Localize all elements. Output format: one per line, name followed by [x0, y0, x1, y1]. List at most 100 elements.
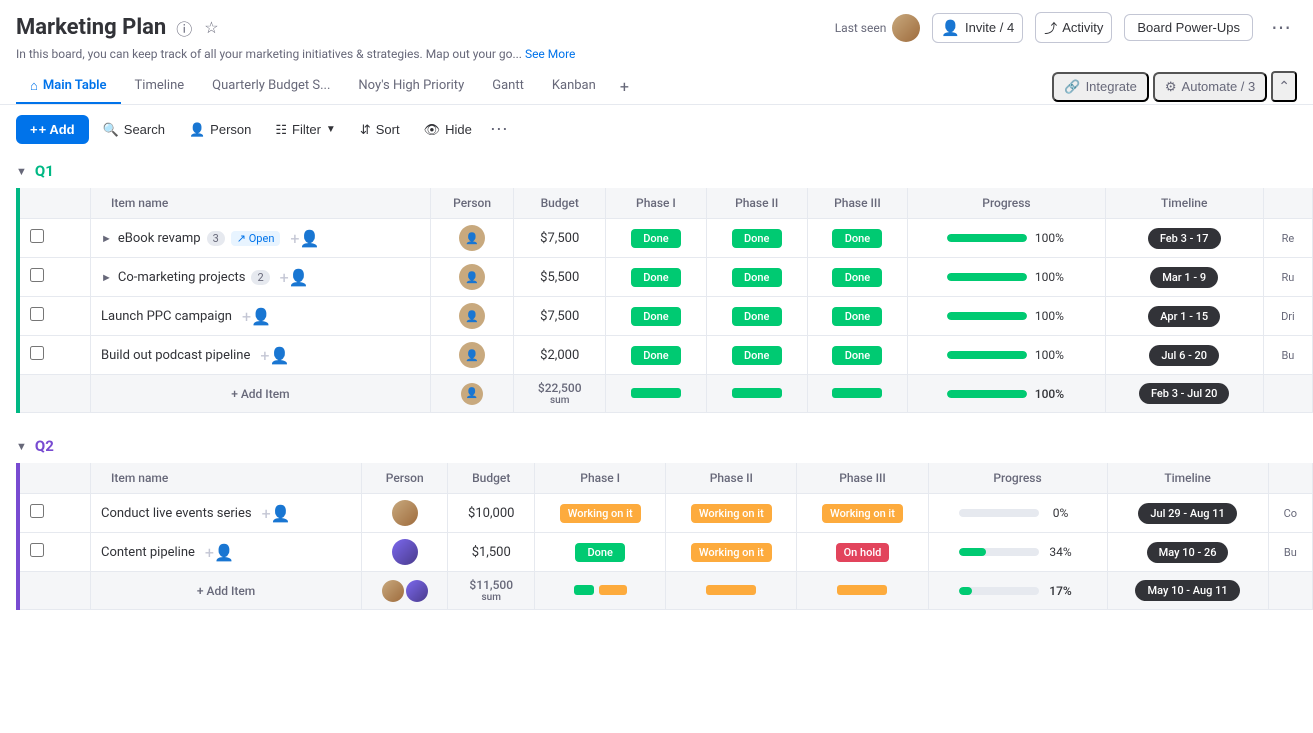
row-checkbox[interactable]	[30, 229, 44, 243]
checkbox-cell[interactable]	[18, 533, 91, 572]
item-name-text: Co-marketing projects	[118, 270, 246, 285]
progress-bar-fill	[947, 273, 1027, 281]
phase2-cell: Working on it	[666, 533, 797, 572]
item-name-cell: Launch PPC campaign +👤	[91, 297, 431, 336]
sum-progress-pct: 100%	[1033, 387, 1065, 401]
sum-progress-pct-q2: 17%	[1045, 584, 1077, 598]
add-person-inline[interactable]: +👤	[205, 543, 234, 562]
add-person-inline[interactable]: +👤	[242, 307, 271, 326]
sum-phase2	[706, 375, 807, 413]
col-phase3-q2: Phase III	[797, 463, 928, 494]
sort-icon: ⇵	[360, 122, 371, 138]
search-icon: 🔍	[103, 122, 119, 138]
person-cell: 👤	[430, 258, 514, 297]
add-tab-button[interactable]: +	[610, 69, 639, 104]
sort-button[interactable]: ⇵ Sort	[350, 116, 410, 144]
phase2-cell: Done	[706, 297, 807, 336]
invite-button[interactable]: 👤 Invite / 4	[932, 13, 1023, 43]
progress-cell: 100%	[908, 297, 1105, 336]
open-badge[interactable]: ↗ Open	[231, 231, 281, 246]
progress-pct: 0%	[1045, 506, 1077, 520]
sum-label-q2: sum	[458, 592, 524, 603]
col-timeline: Timeline	[1105, 188, 1263, 219]
sum-timeline-q2: May 10 - Aug 11	[1107, 572, 1268, 610]
budget-cell: $10,000	[448, 494, 535, 533]
sum-avatar1	[382, 580, 404, 602]
integrate-button[interactable]: 🔗 Integrate	[1052, 72, 1149, 102]
star-icon[interactable]: ☆	[202, 16, 220, 40]
phase-done-badge: Done	[832, 346, 882, 365]
checkbox-cell[interactable]	[18, 336, 91, 375]
progress-pct: 100%	[1033, 309, 1065, 323]
board-powerups-button[interactable]: Board Power-Ups	[1124, 14, 1253, 41]
phase-done-badge: Done	[732, 268, 782, 287]
collapse-q2-icon[interactable]: ▼	[16, 440, 27, 453]
expand-icon[interactable]: ►	[101, 232, 112, 245]
group-q2-header[interactable]: ▼ Q2	[0, 429, 1313, 463]
hide-button[interactable]: 👁 Hide	[414, 116, 482, 144]
row-checkbox[interactable]	[30, 543, 44, 557]
timeline-badge: Feb 3 - 17	[1148, 228, 1221, 249]
add-item-q1[interactable]: + Add Item	[91, 375, 431, 413]
header-right: Last seen 👤 Invite / 4 ⤴ Activity Board …	[835, 12, 1297, 43]
add-item-q2[interactable]: + Add Item	[91, 572, 362, 610]
tab-kanban[interactable]: Kanban	[538, 70, 610, 103]
timeline-badge: May 10 - 26	[1147, 542, 1229, 563]
collapse-tabs-button[interactable]: ⌃	[1271, 71, 1297, 102]
person-cell: 👤	[430, 219, 514, 258]
row-checkbox[interactable]	[30, 307, 44, 321]
group-q1: ▼ Q1 Item name Person Budget Phase I Pha…	[0, 154, 1313, 413]
budget-cell: $5,500	[514, 258, 606, 297]
person-avatar: 👤	[459, 264, 485, 290]
table-row: Conduct live events series +👤 $10,000 Wo…	[18, 494, 1313, 533]
row-checkbox[interactable]	[30, 346, 44, 360]
filter-button[interactable]: ☷ Filter ▼	[265, 116, 345, 144]
sum-budget: $22,500 sum	[514, 375, 606, 413]
checkbox-cell[interactable]	[18, 297, 91, 336]
extra-cell: Re	[1263, 219, 1312, 258]
more-toolbar-button[interactable]: ⋯	[486, 117, 513, 142]
q1-table: Item name Person Budget Phase I Phase II…	[16, 188, 1313, 413]
item-name-cell: ► Co-marketing projects 2 +👤	[91, 258, 431, 297]
phase-done-badge: Done	[832, 268, 882, 287]
sum-timeline-badge: Feb 3 - Jul 20	[1139, 383, 1229, 404]
activity-button[interactable]: ⤴ Activity	[1035, 12, 1112, 43]
row-checkbox[interactable]	[30, 268, 44, 282]
add-person-inline[interactable]: +👤	[262, 504, 291, 523]
tab-timeline[interactable]: Timeline	[121, 70, 199, 103]
checkbox-cell[interactable]	[18, 258, 91, 297]
tab-quarterly-budget[interactable]: Quarterly Budget S...	[198, 70, 344, 103]
board-title: Marketing Plan	[16, 15, 166, 40]
col-progress-q2: Progress	[928, 463, 1107, 494]
timeline-cell: May 10 - 26	[1107, 533, 1268, 572]
tab-gantt[interactable]: Gantt	[478, 70, 538, 103]
info-icon[interactable]: ⓘ	[174, 14, 194, 42]
checkbox-cell[interactable]	[18, 219, 91, 258]
add-button[interactable]: + + Add	[16, 115, 89, 144]
phase1-cell: Done	[606, 258, 707, 297]
group-q1-header[interactable]: ▼ Q1	[0, 154, 1313, 188]
item-name-text: Launch PPC campaign	[101, 309, 232, 324]
phase3-cell: Done	[807, 258, 908, 297]
group-q2-label: Q2	[35, 437, 54, 455]
add-person-inline[interactable]: +👤	[290, 229, 319, 248]
q2-table: Item name Person Budget Phase I Phase II…	[16, 463, 1313, 610]
collapse-q1-icon[interactable]: ▼	[16, 165, 27, 178]
tab-main-table[interactable]: ⌂ Main Table	[16, 70, 121, 104]
progress-pct: 34%	[1045, 545, 1077, 559]
row-checkbox[interactable]	[30, 504, 44, 518]
search-button[interactable]: 🔍 Search	[93, 116, 175, 144]
automate-button[interactable]: ⚙ Automate / 3	[1153, 72, 1267, 102]
see-more-link[interactable]: See More	[525, 47, 575, 61]
tab-noy-priority[interactable]: Noy's High Priority	[344, 70, 478, 103]
person-button[interactable]: 👤 Person	[179, 116, 261, 144]
phase2-cell: Done	[706, 336, 807, 375]
checkbox-cell[interactable]	[18, 494, 91, 533]
top-header: Marketing Plan ⓘ ☆ Last seen 👤 Invite / …	[0, 0, 1313, 43]
add-person-inline[interactable]: +👤	[260, 346, 289, 365]
col-budget-q2: Budget	[448, 463, 535, 494]
expand-icon[interactable]: ►	[101, 271, 112, 284]
more-options-button[interactable]: ⋯	[1265, 13, 1297, 42]
add-person-inline[interactable]: +👤	[280, 268, 309, 287]
group-q2: ▼ Q2 Item name Person Budget Phase I Pha…	[0, 429, 1313, 610]
